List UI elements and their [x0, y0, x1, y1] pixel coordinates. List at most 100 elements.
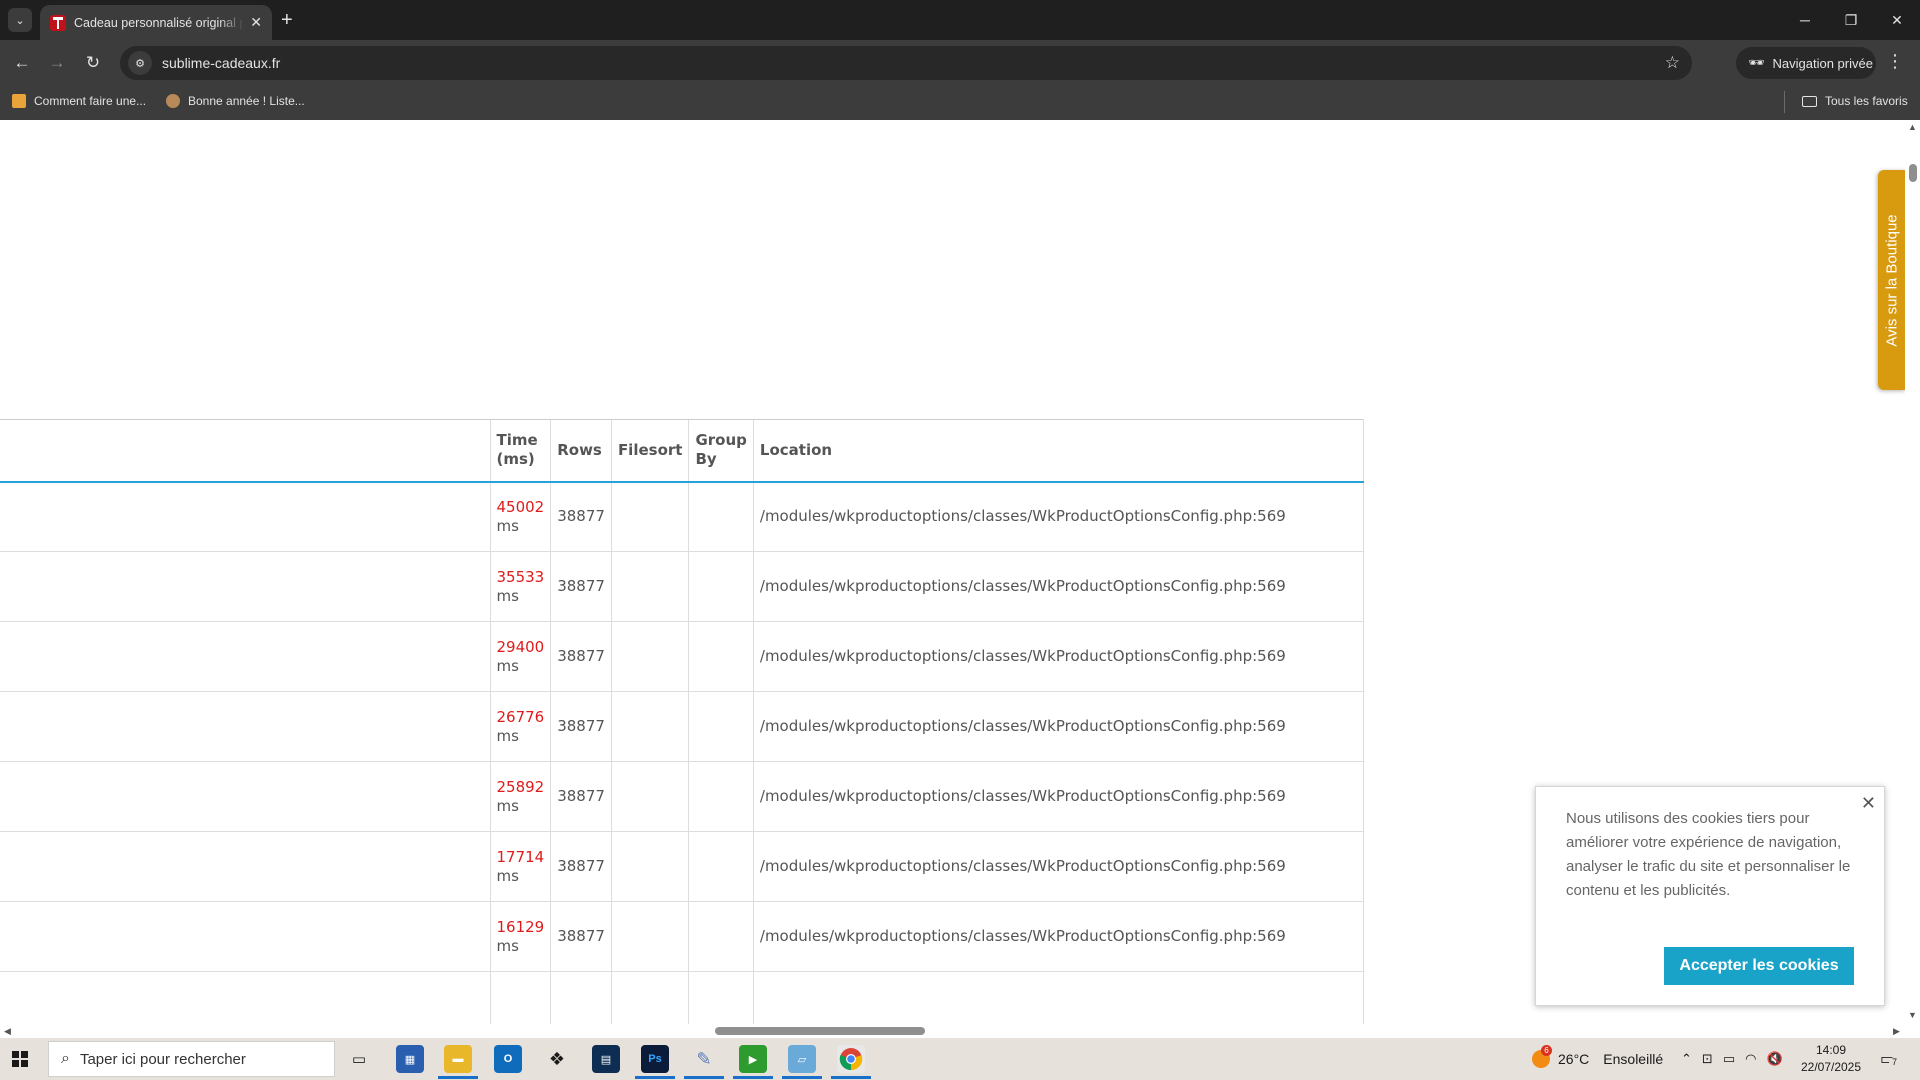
filesort-cell [610, 901, 689, 972]
time-cell: 17714 ms [489, 831, 551, 902]
time-cell: 16129 ms [489, 901, 551, 972]
bookmark-favicon-icon [166, 94, 180, 108]
folder-icon [1802, 95, 1817, 107]
chrome-icon[interactable] [837, 1045, 865, 1073]
system-tray: ⌃ ⊡ ▭ ◠ 🔇 [1681, 1038, 1783, 1080]
minimize-window-icon[interactable]: ─ [1782, 0, 1828, 40]
store-app-icon[interactable]: ▦ [396, 1045, 424, 1073]
paint-app-icon[interactable]: ✎ [690, 1045, 718, 1073]
download-app-icon[interactable]: ▶ [739, 1045, 767, 1073]
new-tab-plus-icon[interactable]: + [281, 8, 293, 32]
address-bar[interactable]: ⚙ sublime-cadeaux.fr ☆ [120, 46, 1692, 80]
forward-arrow-icon[interactable]: → [45, 51, 69, 75]
taskbar-search-box[interactable]: ⌕ Taper ici pour rechercher [48, 1041, 335, 1077]
editor-active-indicator [782, 1076, 822, 1079]
table-header-row: Time (ms) Rows Filesort Group By Locatio… [0, 419, 1364, 483]
reload-icon[interactable]: ↻ [81, 51, 105, 75]
query-cell [0, 621, 490, 692]
accept-cookies-button[interactable]: Accepter les cookies [1664, 947, 1854, 985]
location-cell: /modules/wkproductoptions/classes/WkProd… [752, 551, 1364, 622]
scroll-left-arrow-icon[interactable]: ◀ [4, 1026, 11, 1037]
table-row: 35533 ms 38877 /modules/wkproductoptions/… [0, 551, 1364, 622]
scroll-up-arrow-icon[interactable]: ▲ [1908, 122, 1917, 132]
close-window-icon[interactable]: ✕ [1874, 0, 1920, 40]
site-favicon-icon [50, 14, 66, 31]
site-info-tune-icon[interactable]: ⚙ [128, 51, 152, 75]
rows-cell: 38877 [550, 761, 612, 832]
column-header-group-by: Group By [688, 419, 754, 483]
bookmark-item[interactable]: Comment faire une... [12, 94, 146, 108]
rows-cell: 38877 [550, 691, 612, 762]
tab-search-chevron-icon[interactable]: ⌄ [8, 8, 32, 32]
time-cell: 35533 ms [489, 551, 551, 622]
browser-menu-icon[interactable]: ⋮ [1886, 51, 1904, 72]
battery-icon[interactable]: ▭ [1723, 1051, 1735, 1067]
horizontal-scroll-thumb[interactable] [715, 1027, 925, 1035]
weather-widget[interactable]: 6 26°C Ensoleillé [1532, 1038, 1663, 1080]
rows-cell: 38877 [550, 621, 612, 692]
table-row: 45002 ms 38877 /modules/wkproductoptions/… [0, 481, 1364, 552]
browser-tab-active[interactable]: Cadeau personnalisé original pour ✕ [40, 5, 272, 40]
bookmark-label: Comment faire une... [34, 94, 147, 108]
incognito-indicator[interactable]: 🕶 Navigation privée [1736, 47, 1876, 79]
location-cell: /modules/wkproductoptions/classes/WkProd… [752, 691, 1364, 762]
photoshop-icon[interactable]: Ps [641, 1045, 669, 1073]
rows-cell: 38877 [550, 481, 612, 552]
weather-sun-icon: 6 [1532, 1045, 1552, 1068]
scroll-right-arrow-icon[interactable]: ▶ [1893, 1026, 1900, 1037]
back-arrow-icon[interactable]: ← [10, 51, 34, 75]
tab-title: Cadeau personnalisé original pour [74, 15, 244, 30]
bookmark-favicon-icon [12, 94, 26, 108]
time-cell: 26776 ms [489, 691, 551, 762]
vertical-scroll-thumb[interactable] [1909, 164, 1917, 182]
restore-window-icon[interactable]: ❐ [1828, 0, 1874, 40]
speaker-muted-icon[interactable]: 🔇 [1766, 1051, 1782, 1067]
horizontal-scrollbar[interactable]: ◀ ▶ [0, 1024, 1920, 1038]
store-reviews-tab[interactable]: Avis sur la Boutique [1878, 170, 1906, 390]
column-header-rows: Rows [550, 419, 612, 483]
search-icon: ⌕ [61, 1050, 70, 1067]
file-explorer-active-indicator [438, 1076, 478, 1079]
book-app-icon[interactable]: ▤ [592, 1045, 620, 1073]
taskbar-clock[interactable]: 14:09 22/07/2025 [1796, 1042, 1866, 1076]
group-by-cell [688, 691, 754, 762]
tab-close-icon[interactable]: ✕ [250, 14, 262, 31]
scroll-down-arrow-icon[interactable]: ▼ [1908, 1010, 1917, 1020]
all-bookmarks-label: Tous les favoris [1825, 94, 1908, 108]
filesort-cell [610, 691, 689, 762]
location-cell: /modules/wkproductoptions/classes/WkProd… [752, 481, 1364, 552]
meet-now-icon[interactable]: ⊡ [1702, 1051, 1713, 1067]
outlook-icon[interactable]: O [494, 1045, 522, 1073]
all-bookmarks-button[interactable]: Tous les favoris [1802, 94, 1908, 108]
rows-cell: 38877 [550, 831, 612, 902]
editor-app-icon[interactable]: ▱ [788, 1045, 816, 1073]
dropbox-icon[interactable]: ❖ [543, 1045, 571, 1073]
url-text[interactable]: sublime-cadeaux.fr [162, 55, 280, 71]
location-cell: /modules/wkproductoptions/classes/WkProd… [752, 761, 1364, 832]
notification-center-icon[interactable]: ▭ 7 [1880, 1038, 1900, 1080]
group-by-cell [688, 621, 754, 692]
windows-start-icon[interactable] [12, 1051, 28, 1067]
bookmark-item[interactable]: Bonne année ! Liste... [166, 94, 305, 108]
query-cell [0, 691, 490, 762]
filesort-cell [610, 831, 689, 902]
query-cell [0, 831, 490, 902]
browser-tab-bar: ⌄ Cadeau personnalisé original pour ✕ + … [0, 0, 1920, 40]
wifi-icon[interactable]: ◠ [1745, 1051, 1756, 1067]
download-active-indicator [733, 1076, 773, 1079]
filesort-cell [610, 481, 689, 552]
bookmark-star-icon[interactable]: ☆ [1665, 53, 1680, 73]
table-row: 25892 ms 38877 /modules/wkproductoptions/… [0, 761, 1364, 832]
show-hidden-icons-chevron-icon[interactable]: ⌃ [1681, 1051, 1692, 1067]
group-by-cell [688, 831, 754, 902]
browser-toolbar: ← → ↻ ⚙ sublime-cadeaux.fr ☆ 🕶 Navigatio… [0, 40, 1920, 86]
location-cell: /modules/wkproductoptions/classes/WkProd… [752, 901, 1364, 972]
bookmark-label: Bonne année ! Liste... [188, 94, 305, 108]
vertical-scrollbar[interactable]: ▲ ▼ [1905, 120, 1920, 1024]
task-view-icon[interactable]: ▭ [345, 1045, 373, 1073]
page-content: Time (ms) Rows Filesort Group By Locatio… [0, 120, 1920, 1038]
photoshop-active-indicator [635, 1076, 675, 1079]
column-header-time: Time (ms) [489, 419, 551, 483]
filesort-cell [610, 551, 689, 622]
file-explorer-icon[interactable]: ▬ [444, 1045, 472, 1073]
